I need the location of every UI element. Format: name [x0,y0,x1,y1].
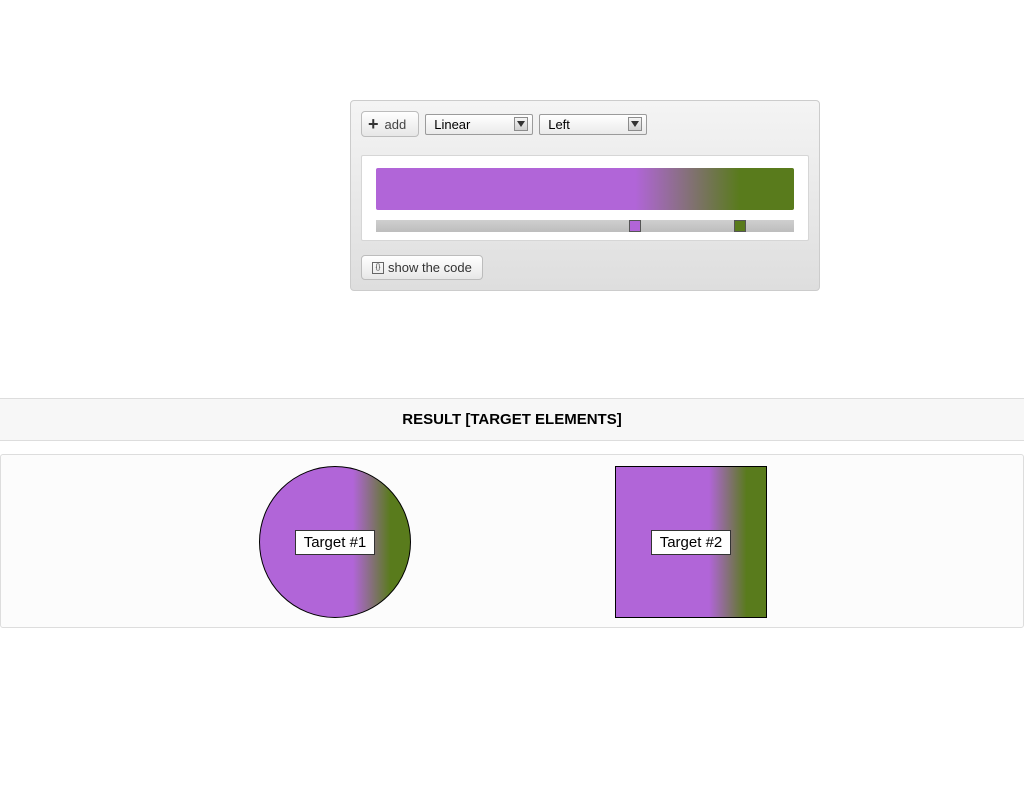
target-label: Target #1 [295,530,376,555]
result-body: Target #1 Target #2 [0,454,1024,628]
gradient-type-select[interactable]: Linear [425,114,533,135]
result-header: RESULT [TARGET ELEMENTS] [0,398,1024,441]
target-element-2: Target #2 [615,466,767,618]
gradient-editor [361,155,809,241]
gradient-panel: + add Linear Left {} show the code [350,100,820,291]
gradient-stop[interactable] [629,220,641,232]
chevron-down-icon [514,117,528,131]
add-button[interactable]: + add [361,111,419,137]
gradient-stops-track[interactable] [376,220,794,232]
gradient-direction-select[interactable]: Left [539,114,647,135]
show-code-button[interactable]: {} show the code [361,255,483,280]
toolbar: + add Linear Left [361,111,809,137]
result-header-label: RESULT [TARGET ELEMENTS] [402,411,621,428]
gradient-direction-value: Left [548,117,570,132]
code-icon: {} [372,262,384,274]
plus-icon: + [368,115,379,133]
target-label: Target #2 [651,530,732,555]
gradient-preview [376,168,794,210]
gradient-type-value: Linear [434,117,470,132]
target-element-1: Target #1 [259,466,411,618]
chevron-down-icon [628,117,642,131]
add-button-label: add [385,117,407,132]
gradient-stop[interactable] [734,220,746,232]
show-code-label: show the code [388,260,472,275]
